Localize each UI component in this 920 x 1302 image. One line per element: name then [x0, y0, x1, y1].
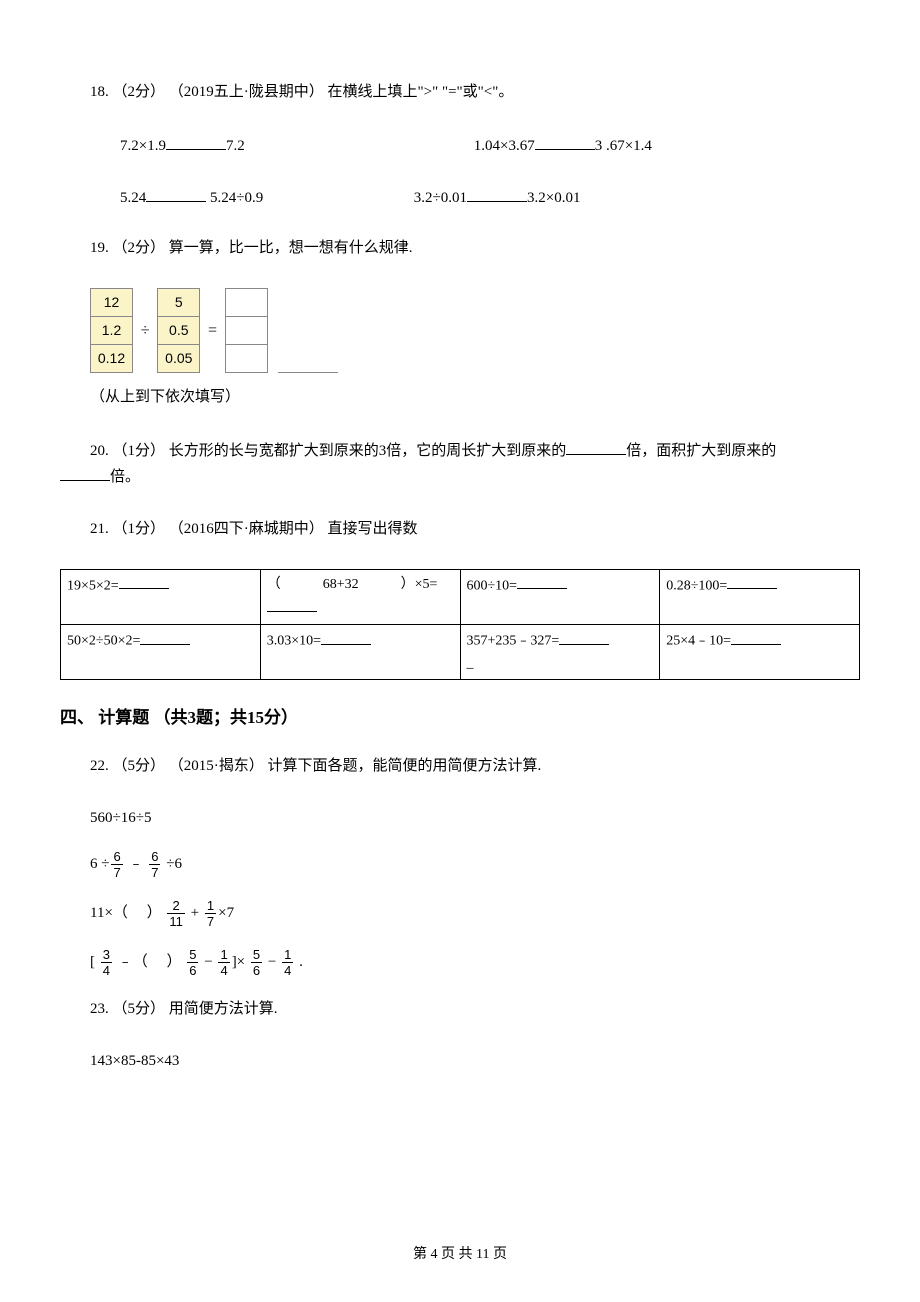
q21-blank-r1c4[interactable]	[727, 574, 777, 589]
q19-points: （2分）	[113, 240, 166, 256]
q20-text-a: 长方形的长与宽都扩大到原来的3倍，它的周长扩大到原来的	[169, 443, 567, 459]
q21-blank-r2c4[interactable]	[731, 629, 781, 644]
q20-text-b: 倍，面积扩大到原来的	[626, 443, 776, 459]
q21-blank-r2c2[interactable]	[321, 629, 371, 644]
q18-e2b: 3 .67×1.4	[595, 138, 652, 154]
q19-c3r2[interactable]	[225, 317, 267, 345]
fraction-3-4: 34	[101, 948, 112, 977]
q21-instruction: 直接写出得数	[328, 521, 418, 537]
q20-text-c: 倍。	[110, 469, 140, 485]
q18-e2a: 1.04×3.67	[474, 138, 535, 154]
q19-c1r2: 1.2	[91, 317, 133, 345]
q18-row2: 5.24 5.24÷0.9 3.2÷0.01 3.2×0.01	[60, 184, 860, 210]
q20-blank2[interactable]	[60, 463, 110, 481]
q19-note: （从上到下依次填写）	[60, 385, 860, 409]
q19-col3	[225, 288, 268, 373]
q19-divide: ÷	[141, 318, 150, 344]
q21-table: 19×5×2= （ 68+32 ）×5= 600÷10= 0.28÷100= 5…	[60, 569, 860, 680]
q23-instruction: 用简便方法计算.	[169, 1001, 278, 1017]
q21-r1c3: 600÷10=	[460, 570, 660, 625]
q21-r1c4: 0.28÷100=	[660, 570, 860, 625]
q22-line2: 6 ÷67 ﹣ 67 ÷6	[90, 850, 860, 879]
fraction-1-4: 14	[218, 948, 229, 977]
q21-r2c1: 50×2÷50×2=	[61, 625, 261, 680]
q18-e1a: 7.2×1.9	[120, 138, 166, 154]
q21-r1c2: （ 68+32 ）×5=	[260, 570, 460, 625]
section-4-heading: 四、 计算题 （共3题；共15分）	[60, 704, 860, 731]
q18-blank1[interactable]	[166, 132, 226, 150]
q18-e3a: 5.24	[120, 190, 146, 206]
q22-source: （2015·揭东）	[169, 758, 264, 774]
fraction-5-6: 56	[251, 948, 262, 977]
q19-col2: 5 0.5 0.05	[157, 288, 200, 373]
q19-c2r2: 0.5	[158, 317, 200, 345]
q21-r1c1: 19×5×2=	[61, 570, 261, 625]
q18-source: （2019五上·陇县期中）	[169, 84, 324, 100]
q21-label: 21.	[90, 521, 109, 537]
q20-points: （1分）	[113, 443, 166, 459]
q21-blank-r2c1[interactable]	[140, 629, 190, 644]
q21-blank-r1c1[interactable]	[119, 574, 169, 589]
q18-label: 18.	[90, 84, 109, 100]
q21-r2c3: 357+235﹣327=_	[460, 625, 660, 680]
q18-e4a: 3.2÷0.01	[414, 190, 467, 206]
q20-label: 20.	[90, 443, 109, 459]
q21-blank-r1c2[interactable]	[267, 596, 317, 611]
q22-points: （5分）	[113, 758, 166, 774]
q18-row1: 7.2×1.9 7.2 1.04×3.67 3 .67×1.4	[60, 132, 860, 158]
q19-c2r1: 5	[158, 289, 200, 317]
fraction-5-6: 56	[187, 948, 198, 977]
q18-e4b: 3.2×0.01	[527, 190, 580, 206]
table-row: 50×2÷50×2= 3.03×10= 357+235﹣327=_ 25×4﹣1…	[61, 625, 860, 680]
q23-points: （5分）	[113, 1001, 166, 1017]
q21-r2c2: 3.03×10=	[260, 625, 460, 680]
q18-points: （2分）	[113, 84, 166, 100]
q22-label: 22.	[90, 758, 109, 774]
page-footer: 第 4 页 共 11 页	[60, 1244, 860, 1266]
question-19: 19. （2分） 算一算，比一比，想一想有什么规律.	[60, 236, 860, 260]
q18-e1b: 7.2	[226, 138, 245, 154]
fraction-1-4: 14	[282, 948, 293, 977]
q19-instruction: 算一算，比一比，想一想有什么规律.	[169, 240, 413, 256]
q19-c1r1: 12	[91, 289, 133, 317]
q19-col1: 12 1.2 0.12	[90, 288, 133, 373]
q19-c3r1[interactable]	[225, 289, 267, 317]
q19-c3r3[interactable]	[225, 345, 267, 373]
q20-blank1[interactable]	[566, 437, 626, 455]
table-row: 19×5×2= （ 68+32 ）×5= 600÷10= 0.28÷100=	[61, 570, 860, 625]
q18-blank2[interactable]	[535, 132, 595, 150]
q21-blank-r1c3[interactable]	[517, 574, 567, 589]
q21-blank-r2c3[interactable]	[559, 629, 609, 644]
fraction-6-7: 67	[149, 850, 160, 879]
fraction-2-11: 211	[167, 899, 185, 928]
q22-instruction: 计算下面各题，能简便的用简便方法计算.	[268, 758, 542, 774]
q21-points: （1分）	[113, 521, 166, 537]
fraction-6-7: 67	[111, 850, 122, 879]
question-21: 21. （1分） （2016四下·麻城期中） 直接写出得数	[60, 517, 860, 541]
q23-label: 23.	[90, 1001, 109, 1017]
q19-rule-blank[interactable]	[278, 372, 338, 373]
question-20: 20. （1分） 长方形的长与宽都扩大到原来的3倍，它的周长扩大到原来的 倍，面积…	[60, 437, 860, 489]
q23-line1: 143×85-85×43	[90, 1049, 860, 1073]
q18-e3b: 5.24÷0.9	[210, 190, 263, 206]
q22-line4: [ 34 ﹣（ ） 56 − 14]× 56 − 14 .	[90, 948, 860, 977]
q18-blank4[interactable]	[467, 184, 527, 202]
q21-source: （2016四下·麻城期中）	[169, 521, 324, 537]
question-23: 23. （5分） 用简便方法计算.	[60, 997, 860, 1021]
question-22: 22. （5分） （2015·揭东） 计算下面各题，能简便的用简便方法计算.	[60, 754, 860, 778]
q18-blank3[interactable]	[146, 184, 206, 202]
q19-equals: =	[208, 318, 217, 344]
q19-label: 19.	[90, 240, 109, 256]
q22-line1: 560÷16÷5	[90, 806, 860, 830]
fraction-1-7: 17	[205, 899, 216, 928]
q18-instruction: 在横线上填上">" "="或"<"。	[328, 84, 514, 100]
question-18: 18. （2分） （2019五上·陇县期中） 在横线上填上">" "="或"<"…	[60, 80, 860, 104]
q19-c1r3: 0.12	[91, 345, 133, 373]
q21-r2c4: 25×4﹣10=	[660, 625, 860, 680]
q19-c2r3: 0.05	[158, 345, 200, 373]
q22-line3: 11×（ ） 211 + 17×7	[90, 899, 860, 928]
q19-figure: 12 1.2 0.12 ÷ 5 0.5 0.05 =	[90, 288, 860, 373]
